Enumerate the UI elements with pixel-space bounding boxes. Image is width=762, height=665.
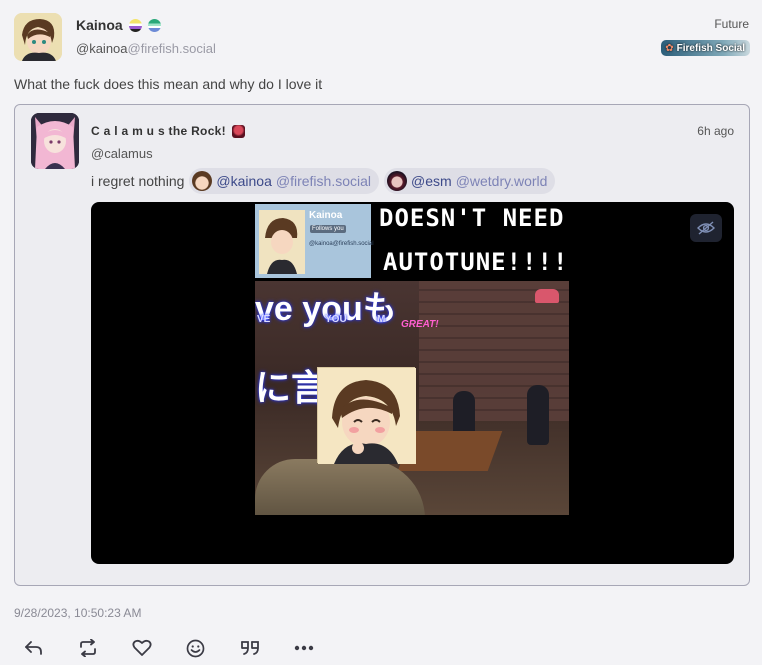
- quoted-note[interactable]: C a l a m u s the Rock! @calamus 6h ago …: [14, 104, 750, 586]
- note-timestamp[interactable]: 9/28/2023, 10:50:23 AM: [14, 606, 141, 620]
- sticker-image: [317, 367, 416, 464]
- quote-text-body: i regret nothing: [91, 173, 185, 189]
- media-image[interactable]: Kainoa Follows you @kainoa@firefish.soci…: [255, 202, 569, 515]
- lyric-great: GREAT!: [401, 319, 439, 330]
- mention-user: @kainoa: [216, 173, 272, 189]
- note-actions: [20, 636, 344, 660]
- mention-esm[interactable]: @esm @wetdry.world: [384, 168, 556, 194]
- author-avatar[interactable]: [14, 13, 62, 61]
- author-handle[interactable]: @kainoa@firefish.social: [76, 41, 216, 56]
- quote-time[interactable]: 6h ago: [697, 124, 734, 138]
- eye-slash-icon: [697, 221, 715, 235]
- quote-button[interactable]: [236, 637, 263, 659]
- instance-name: Firefish Social: [676, 42, 745, 54]
- pride-flag-emoji-icon: [147, 18, 161, 32]
- lyric-sub-2: YOU: [325, 314, 347, 325]
- note: Kainoa @kainoa@firefish.social Future ✿ …: [0, 0, 762, 665]
- mention-avatar: [192, 171, 213, 191]
- like-button[interactable]: [128, 637, 155, 659]
- meme-top-strip: Kainoa Follows you @kainoa@firefish.soci…: [255, 202, 569, 281]
- react-button[interactable]: [182, 637, 209, 659]
- author-handle-host: @firefish.social: [127, 41, 216, 56]
- quote-author-handle[interactable]: @calamus: [91, 146, 153, 161]
- smiley-icon: [186, 639, 205, 657]
- background-figure: [527, 385, 549, 445]
- reply-button[interactable]: [20, 637, 47, 659]
- karaoke-scene: ve youも VE YOU M GREAT! に言わい: [255, 281, 569, 515]
- lyric-sub-3: M: [377, 314, 386, 325]
- author-name-text[interactable]: Kainoa: [76, 17, 123, 33]
- custom-emoji-icon: [231, 124, 245, 138]
- pride-flag-emoji-icon: [128, 18, 142, 32]
- more-icon: [294, 645, 313, 651]
- lyric-sub-1: VE: [257, 314, 271, 325]
- boost-button[interactable]: [74, 637, 101, 659]
- mention-host: @firefish.social: [275, 173, 372, 189]
- card-handle: @kainoa@firefish.social: [309, 241, 374, 247]
- mention-user: @esm: [411, 173, 452, 189]
- mention-host: @wetdry.world: [455, 173, 548, 189]
- card-follows-you: Follows you: [310, 225, 346, 233]
- card-name: Kainoa: [309, 210, 343, 221]
- quote-text: i regret nothing @kainoa @firefish.social…: [91, 168, 556, 194]
- media-attachment[interactable]: Kainoa Follows you @kainoa@firefish.soci…: [91, 202, 734, 564]
- heart-icon: [131, 639, 152, 656]
- more-button[interactable]: [290, 637, 317, 659]
- quote-author-avatar[interactable]: [31, 113, 79, 169]
- quote-icon: [240, 641, 259, 655]
- wall-lamp: [535, 289, 559, 303]
- fish-icon: ✿: [665, 42, 674, 54]
- reply-icon: [24, 641, 42, 655]
- mention-kainoa[interactable]: @kainoa @firefish.social: [189, 168, 380, 194]
- author-handle-user: @kainoa: [76, 41, 128, 56]
- meme-caption-2: AUTOTUNE!!!!: [383, 248, 569, 276]
- quote-author-name-text[interactable]: C a l a m u s the Rock!: [91, 124, 226, 138]
- visibility-label: Future: [714, 17, 749, 31]
- profile-card-image: Kainoa Follows you @kainoa@firefish.soci…: [255, 204, 374, 278]
- repeat-icon: [79, 639, 96, 657]
- quote-author-name[interactable]: C a l a m u s the Rock!: [91, 124, 245, 138]
- author-name[interactable]: Kainoa: [76, 17, 161, 33]
- mention-avatar: [387, 171, 408, 191]
- note-text: What the fuck does this mean and why do …: [14, 76, 323, 92]
- hide-media-button[interactable]: [690, 214, 722, 242]
- meme-caption-1: DOESN'T NEED: [379, 204, 565, 232]
- instance-ticker[interactable]: ✿ Firefish Social: [661, 40, 750, 56]
